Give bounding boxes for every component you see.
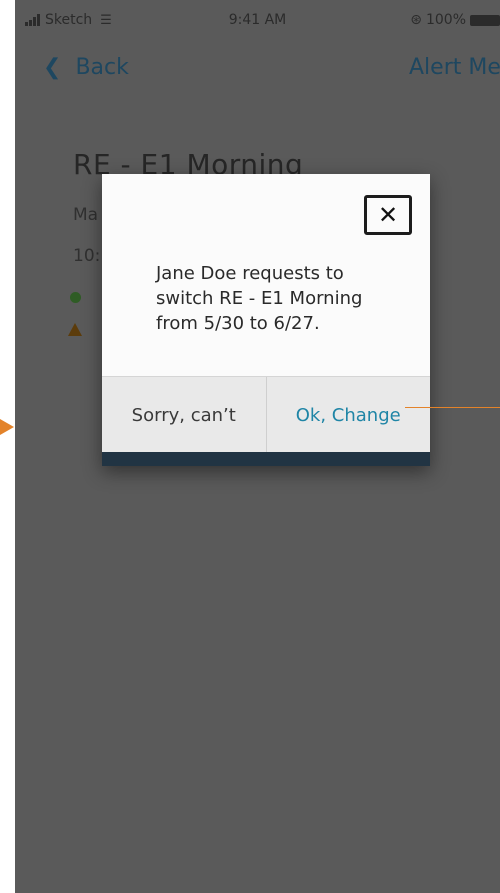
back-label: Back <box>75 55 129 80</box>
nav-bar: ❮ Back Alert Me <box>15 55 500 87</box>
shift-time: 10: <box>73 246 101 266</box>
dialog-actions: Sorry, can’t Ok, Change <box>102 376 430 453</box>
phone-screen: Sketch ☰ 9:41 AM ⊛ 100% ❮ Back Alert Me … <box>15 0 500 893</box>
battery-percent: 100% <box>425 12 466 28</box>
warning-icon <box>68 323 82 336</box>
chevron-left-icon: ❮ <box>43 55 62 80</box>
bluetooth-icon: ⊛ <box>410 12 422 28</box>
back-button[interactable]: ❮ Back <box>43 55 129 80</box>
status-right: ⊛ 100% <box>410 12 500 28</box>
close-icon: ✕ <box>377 201 399 229</box>
decline-button[interactable]: Sorry, can’t <box>102 377 267 453</box>
annotation-connector <box>405 407 500 408</box>
annotation-arrowhead <box>0 419 14 435</box>
dialog-footer-bar <box>102 452 430 466</box>
battery-icon <box>470 14 500 26</box>
close-button[interactable]: ✕ <box>364 195 412 235</box>
status-bar: Sketch ☰ 9:41 AM ⊛ 100% <box>15 0 500 44</box>
swap-request-dialog: ✕ Jane Doe requests to switch RE - E1 Mo… <box>102 174 430 466</box>
confirm-change-button[interactable]: Ok, Change <box>267 377 431 453</box>
alert-me-button[interactable]: Alert Me <box>409 55 500 80</box>
status-dot-icon <box>70 292 81 303</box>
dialog-message: Jane Doe requests to switch RE - E1 Morn… <box>156 263 363 334</box>
shift-date: Ma <box>73 205 99 225</box>
